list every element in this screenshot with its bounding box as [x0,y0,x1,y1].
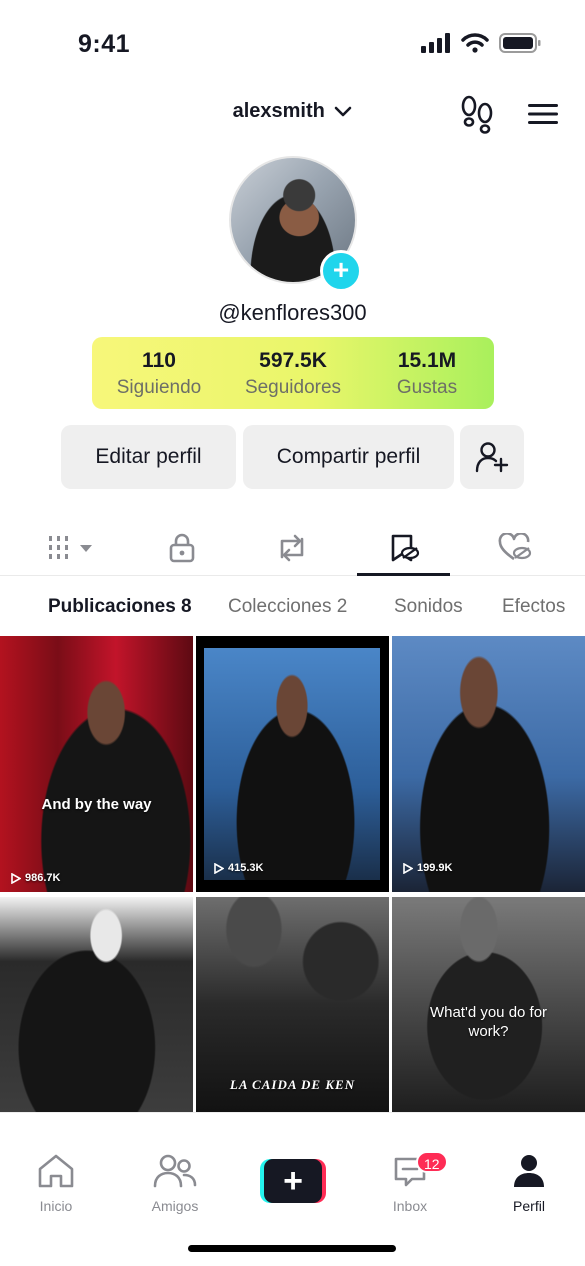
friends-icon [153,1154,197,1188]
nav-home[interactable]: Inicio [11,1153,101,1214]
stat-likes[interactable]: 15.1M Gustas [360,337,494,409]
heart-hidden-icon [498,533,532,561]
video-caption: La Caida de Ken [229,1077,356,1092]
tab-sonidos[interactable]: Sonidos [394,596,463,618]
chevron-down-icon [335,106,352,117]
stat-followers[interactable]: 597.5K Seguidores [226,337,360,409]
video-thumbnail[interactable]: What'd you do for work? [392,897,585,1112]
add-story-button[interactable]: + [320,250,362,292]
tab-reposts[interactable] [274,530,310,566]
share-profile-button[interactable]: Compartir perfil [243,425,454,489]
active-tab-indicator [357,573,450,576]
footprints-icon[interactable] [458,94,496,134]
plus-icon: + [264,1159,322,1203]
stat-likes-label: Gustas [396,377,458,398]
tab-publicaciones[interactable]: Publicaciones 8 [48,596,192,618]
signal-icon [421,33,450,53]
nav-friends-label: Amigos [151,1198,199,1214]
video-grid: And by the way 986.7K 415.3K 199.9K La C… [0,636,585,1112]
account-switcher[interactable]: alexsmith [0,100,585,123]
play-icon [214,862,224,874]
nav-profile-label: Perfil [513,1198,545,1214]
menu-icon[interactable] [526,102,560,126]
stats-bar: 110 Siguiendo 597.5K Seguidores 15.1M Gu… [92,337,494,409]
add-user-icon [475,442,509,473]
tab-liked[interactable] [496,530,534,566]
profile-header: alexsmith [0,88,585,138]
view-count: 199.9K [403,862,452,874]
edit-profile-button[interactable]: Editar perfil [61,425,236,489]
video-thumbnail[interactable] [0,897,193,1112]
video-thumbnail[interactable]: La Caida de Ken [196,897,389,1112]
video-thumbnail[interactable]: 415.3K [196,636,389,892]
video-frame [204,648,380,880]
bottom-navigation: Inicio Amigos + Inbox 12 Perfil [0,1112,585,1266]
battery-icon [499,33,541,53]
view-count-value: 199.9K [417,862,453,874]
stat-followers-value: 597.5K [259,349,327,372]
nav-friends[interactable]: Amigos [130,1153,220,1214]
video-thumbnail[interactable]: And by the way 986.7K [0,636,193,892]
lock-icon [169,533,195,563]
status-icons [421,33,541,53]
video-thumbnail[interactable]: 199.9K [392,636,585,892]
stat-following-label: Siguiendo [116,377,202,398]
content-type-tabs [0,520,585,576]
view-count: 415.3K [214,862,263,874]
nav-inbox-label: Inbox [392,1198,428,1214]
home-icon [38,1154,74,1188]
stat-following-value: 110 [142,349,176,372]
nav-profile[interactable]: Perfil [484,1153,574,1214]
create-button[interactable]: + [260,1159,326,1203]
profile-icon [514,1155,544,1187]
stat-likes-value: 15.1M [397,349,457,372]
status-bar: 9:41 [0,0,585,90]
tab-saved[interactable] [386,530,422,566]
status-time: 9:41 [78,30,131,58]
play-icon [11,872,21,884]
tab-videos[interactable] [46,530,96,566]
username-label: alexsmith [232,100,325,122]
tab-efectos[interactable]: Efectos [502,596,565,618]
view-count-value: 986.7K [25,872,61,884]
profile-handle: @kenflores300 [218,300,367,325]
inbox-badge: 12 [416,1151,448,1173]
view-count-value: 415.3K [228,862,264,874]
add-friend-button[interactable] [460,425,524,489]
tab-private[interactable] [166,530,198,566]
grid-icon [49,536,92,559]
video-caption: What'd you do for work? [429,1004,548,1040]
tab-colecciones[interactable]: Colecciones 2 [228,596,347,618]
home-indicator [188,1245,396,1252]
play-icon [403,862,413,874]
wifi-icon [461,33,489,53]
repost-icon [280,534,304,562]
bookmark-hidden-icon [391,534,420,562]
nav-home-label: Inicio [39,1198,73,1214]
stat-followers-label: Seguidores [244,377,342,398]
view-count: 986.7K [11,872,60,884]
video-caption: And by the way [41,796,152,813]
collection-tabs: Publicaciones 8 Colecciones 2 Sonidos Ef… [0,590,585,624]
stat-following[interactable]: 110 Siguiendo [92,337,226,409]
